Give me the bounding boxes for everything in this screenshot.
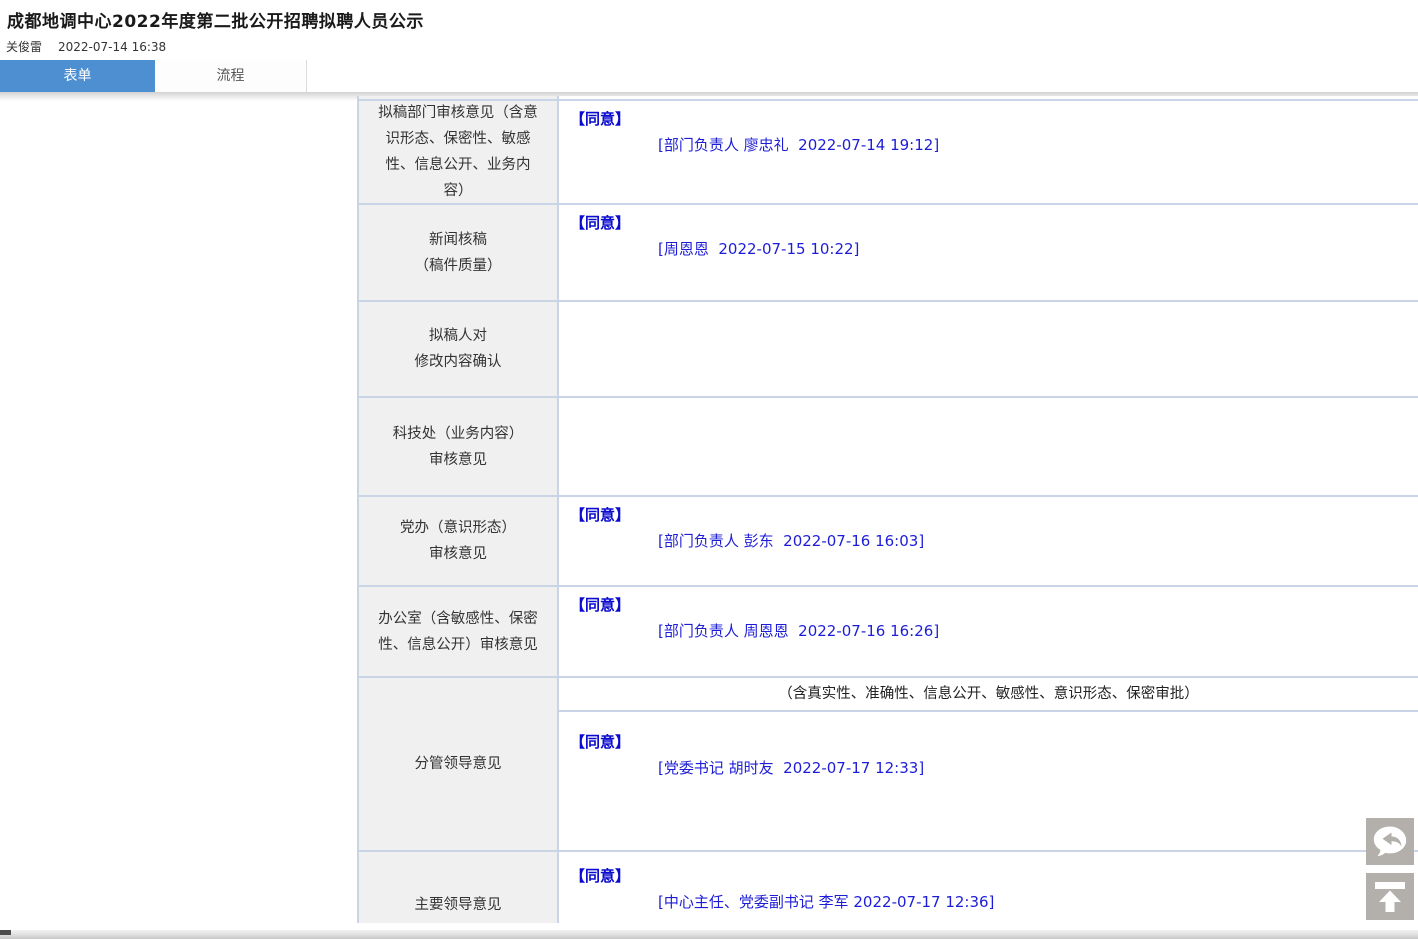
- approval-row-value-cell: 【同意】 [部门负责人 廖忠礼 2022-07-14 19:12]: [559, 101, 1418, 203]
- approval-opinion: 【同意】 [部门负责人 周恩恩 2022-07-16 16:26]: [559, 587, 1418, 641]
- row-label-line: 识形态、保密性、敏感: [385, 131, 531, 147]
- reply-bubble-icon: [1366, 818, 1414, 865]
- approval-opinion: 【同意】 [部门负责人 彭东 2022-07-16 16:03]: [559, 497, 1418, 551]
- approval-row-value-cell: （含真实性、准确性、信息公开、敏感性、意识形态、保密审批） 【同意】 [党委书记…: [559, 678, 1418, 850]
- byline: 关俊雷 2022-07-14 16:38: [6, 38, 166, 55]
- approval-decision: 【同意】: [570, 110, 631, 128]
- approval-row-value-cell: 【同意】 [中心主任、党委副书记 李军 2022-07-17 12:36]: [559, 852, 1418, 923]
- row-label-line: 党办（意识形态）: [400, 520, 516, 536]
- row-label-line: 性、信息公开、业务内: [385, 157, 531, 173]
- approval-row-label-cell: 拟稿部门审核意见（含意 识形态、保密性、敏感 性、信息公开、业务内 容）: [359, 101, 559, 203]
- approval-decision: 【同意】: [570, 506, 631, 524]
- approval-signer: [中心主任、党委副书记 李军 2022-07-17 12:36]: [658, 893, 995, 911]
- row-label-line: （稿件质量）: [414, 257, 502, 274]
- approval-table-body: 拟稿部门审核意见（含意 识形态、保密性、敏感 性、信息公开、业务内 容） 【同意】 […: [359, 101, 1418, 923]
- approval-opinion: 【同意】 [部门负责人 廖忠礼 2022-07-14 19:12]: [559, 101, 1418, 155]
- approval-row-label-cell: 科技处（业务内容） 审核意见: [359, 398, 559, 495]
- approval-decision: 【同意】: [570, 596, 631, 614]
- tab-bar: 表单 流程: [0, 60, 1418, 92]
- row-label-line: 新闻核稿: [429, 231, 487, 248]
- row-label-line: 审核意见: [429, 546, 487, 562]
- page-title: 成都地调中心2022年度第二批公开招聘拟聘人员公示: [7, 12, 424, 32]
- row-label-line: 容）: [443, 183, 473, 199]
- tab-form[interactable]: 表单: [0, 60, 155, 92]
- tab-process[interactable]: 流程: [155, 60, 307, 92]
- approval-row: 党办（意识形态） 审核意见 【同意】 [部门负责人 彭东 2022-07-16 1…: [359, 497, 1418, 587]
- approval-signer: [部门负责人 周恩恩 2022-07-16 16:26]: [658, 622, 940, 640]
- back-to-top-button[interactable]: [1366, 873, 1414, 920]
- approval-row-value-cell: 【同意】 [部门负责人 周恩恩 2022-07-16 16:26]: [559, 587, 1418, 676]
- approval-row-value-cell: [559, 302, 1418, 396]
- approval-signer: [部门负责人 廖忠礼 2022-07-14 19:12]: [658, 136, 940, 154]
- row-label-line: 拟稿部门审核意见（含意: [378, 105, 538, 121]
- approval-row-label-cell: 分管领导意见: [359, 678, 559, 850]
- approval-row: 分管领导意见 （含真实性、准确性、信息公开、敏感性、意识形态、保密审批） 【同意…: [359, 678, 1418, 852]
- approval-opinion: 【同意】 [中心主任、党委副书记 李军 2022-07-17 12:36]: [559, 852, 1418, 912]
- approval-row: 科技处（业务内容） 审核意见: [359, 398, 1418, 497]
- approval-opinion: 【同意】 [周恩恩 2022-07-15 10:22]: [559, 205, 1418, 259]
- approval-row-label-cell: 新闻核稿 （稿件质量）: [359, 205, 559, 300]
- approval-row: 拟稿人对修改内容确认: [359, 302, 1418, 398]
- approval-decision: 【同意】: [570, 733, 631, 751]
- byline-author: 关俊雷: [6, 40, 43, 54]
- approval-row-value-cell: 【同意】 [周恩恩 2022-07-15 10:22]: [559, 205, 1418, 300]
- approval-row-note: （含真实性、准确性、信息公开、敏感性、意识形态、保密审批）: [559, 678, 1418, 712]
- horizontal-scrollbar-track[interactable]: [0, 930, 1418, 939]
- approval-row-label-cell: 主要领导意见: [359, 852, 559, 923]
- approval-row: 新闻核稿 （稿件质量） 【同意】 [周恩恩 2022-07-15 10:22]: [359, 205, 1418, 302]
- approval-table: 拟稿部门审核意见（含意 识形态、保密性、敏感 性、信息公开、业务内 容） 【同意】 […: [357, 96, 1418, 923]
- row-label-line: 拟稿人对: [429, 328, 487, 344]
- row-label-line: 科技处（业务内容）: [392, 425, 524, 442]
- approval-row: 拟稿部门审核意见（含意 识形态、保密性、敏感 性、信息公开、业务内 容） 【同意】 […: [359, 101, 1418, 205]
- approval-row-value-cell: 【同意】 [部门负责人 彭东 2022-07-16 16:03]: [559, 497, 1418, 585]
- table-clipped-row-value: [559, 96, 1418, 99]
- byline-datetime: 2022-07-14 16:38: [58, 40, 167, 54]
- approval-row: 主要领导意见 【同意】 [中心主任、党委副书记 李军 2022-07-17 12…: [359, 852, 1418, 923]
- row-label-line: 分管领导意见: [414, 756, 502, 772]
- row-label-line: 性、信息公开）审核意见: [378, 636, 538, 653]
- approval-signer: [党委书记 胡时友 2022-07-17 12:33]: [658, 759, 925, 777]
- row-label-line: 审核意见: [429, 451, 487, 468]
- approval-row: 办公室（含敏感性、保密 性、信息公开）审核意见 【同意】 [部门负责人 周恩恩 2…: [359, 587, 1418, 678]
- row-label-line: 办公室（含敏感性、保密: [378, 610, 538, 627]
- approval-opinion: 【同意】 [党委书记 胡时友 2022-07-17 12:33]: [559, 712, 1418, 778]
- approval-row-label-cell: 党办（意识形态） 审核意见: [359, 497, 559, 585]
- row-label-line: 修改内容确认: [414, 354, 502, 370]
- approval-row-value-cell: [559, 398, 1418, 495]
- approval-signer: [周恩恩 2022-07-15 10:22]: [658, 240, 860, 258]
- reply-button[interactable]: [1366, 818, 1414, 865]
- back-to-top-icon: [1366, 873, 1414, 920]
- approval-row-label-cell: 拟稿人对修改内容确认: [359, 302, 559, 396]
- horizontal-scrollbar-thumb[interactable]: [0, 930, 11, 935]
- approval-row-label-cell: 办公室（含敏感性、保密 性、信息公开）审核意见: [359, 587, 559, 676]
- row-label-line: 主要领导意见: [414, 897, 502, 913]
- approval-decision: 【同意】: [570, 867, 631, 885]
- table-clipped-row-label: [359, 96, 559, 99]
- approval-signer: [部门负责人 彭东 2022-07-16 16:03]: [658, 532, 925, 550]
- approval-decision: 【同意】: [570, 214, 631, 232]
